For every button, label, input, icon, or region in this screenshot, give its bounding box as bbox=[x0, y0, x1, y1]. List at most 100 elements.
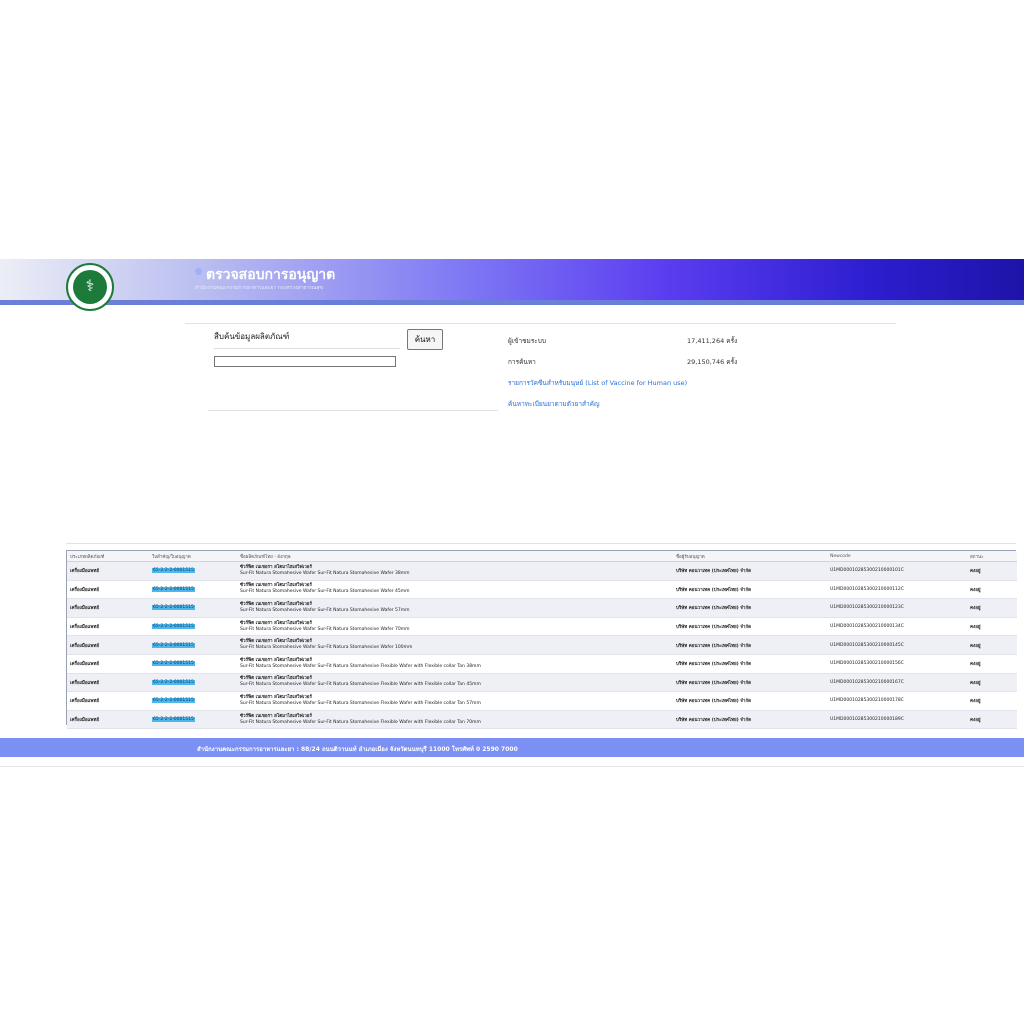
table-row[interactable]: เครื่องมือแพทย์ 65-2-2-2-0001515 ซัวร์ฟิต … bbox=[67, 617, 1017, 637]
type-text: เครื่องมือแพทย์ bbox=[70, 625, 100, 631]
type-text: เครื่องมือแพทย์ bbox=[70, 718, 100, 724]
newcode-text: U1MD00010285300210000112C bbox=[830, 586, 904, 592]
cell-license[interactable]: 65-2-2-2-0001515 bbox=[149, 561, 237, 581]
cell-newcode: U1MD00010285300210000134C bbox=[827, 617, 967, 637]
col-header-license[interactable]: ใบสำคัญ/ใบอนุญาต bbox=[149, 551, 237, 562]
cell-status: คงอยู่ bbox=[967, 617, 1017, 637]
newcode-text: U1MD00010285300210000123C bbox=[830, 605, 904, 611]
license-link[interactable]: 65-2-2-2-0001515 bbox=[152, 642, 195, 648]
license-link[interactable]: 65-2-2-2-0001515 bbox=[152, 661, 195, 667]
cell-status: คงอยู่ bbox=[967, 710, 1017, 730]
cell-newcode: U1MD00010285300210000156C bbox=[827, 654, 967, 674]
title-bullet-icon bbox=[195, 268, 202, 275]
table-row[interactable]: เครื่องมือแพทย์ 65-2-2-2-0001515 ซัวร์ฟิต … bbox=[67, 654, 1017, 674]
table-row[interactable]: เครื่องมือแพทย์ 65-2-2-2-0001515 ซัวร์ฟิต … bbox=[67, 580, 1017, 600]
cell-status: คงอยู่ bbox=[967, 673, 1017, 693]
product-name-en: Sur-Fit Natura Stomahesive Wafer Sur-Fit… bbox=[240, 663, 481, 669]
cell-status: คงอยู่ bbox=[967, 691, 1017, 711]
newcode-text: U1MD00010285300210000156C bbox=[830, 661, 904, 667]
search-button[interactable]: ค้นหา bbox=[407, 329, 443, 350]
status-text: คงอยู่ bbox=[970, 699, 981, 705]
cell-name: ซัวร์ฟิต เนเชอรา สโตมาไฮเสวิฟเวอร์ Sur-Fi… bbox=[237, 635, 673, 655]
status-text: คงอยู่ bbox=[970, 587, 981, 593]
cell-holder: บริษัท คอนวาเทค (ประเทศไทย) จำกัด bbox=[673, 691, 827, 711]
license-link[interactable]: 65-2-2-2-0001515 bbox=[152, 586, 195, 592]
product-name-en: Sur-Fit Natura Stomahesive Wafer Sur-Fit… bbox=[240, 589, 410, 595]
license-link[interactable]: 65-2-2-2-0001515 bbox=[152, 717, 195, 723]
cell-name: ซัวร์ฟิต เนเชอรา สโตมาไฮเสวิฟเวอร์ Sur-Fi… bbox=[237, 691, 673, 711]
col-header-name[interactable]: ชื่อผลิตภัณฑ์ไทย - อังกฤษ bbox=[237, 551, 673, 562]
col-header-newcode[interactable]: Newcode bbox=[827, 551, 967, 562]
type-text: เครื่องมือแพทย์ bbox=[70, 662, 100, 668]
cell-holder: บริษัท คอนวาเทค (ประเทศไทย) จำกัด bbox=[673, 598, 827, 618]
holder-text: บริษัท คอนวาเทค (ประเทศไทย) จำกัด bbox=[676, 625, 752, 631]
cell-status: คงอยู่ bbox=[967, 635, 1017, 655]
cell-name: ซัวร์ฟิต เนเชอรา สโตมาไฮเสวิฟเวอร์ Sur-Fi… bbox=[237, 654, 673, 674]
type-text: เครื่องมือแพทย์ bbox=[70, 699, 100, 705]
status-text: คงอยู่ bbox=[970, 662, 981, 668]
license-link[interactable]: 65-2-2-2-0001515 bbox=[152, 568, 195, 574]
table-row[interactable]: เครื่องมือแพทย์ 65-2-2-2-0001515 ซัวร์ฟิต … bbox=[67, 598, 1017, 618]
search-panel-divider bbox=[208, 410, 498, 411]
license-link[interactable]: 65-2-2-2-0001515 bbox=[152, 679, 195, 685]
vaccine-list-link[interactable]: รายการวัคซีนสำหรับมนุษย์ (List of Vaccin… bbox=[508, 378, 687, 388]
cell-license[interactable]: 65-2-2-2-0001515 bbox=[149, 580, 237, 600]
cell-name: ซัวร์ฟิต เนเชอรา สโตมาไฮเสวิฟเวอร์ Sur-Fi… bbox=[237, 673, 673, 693]
product-name-en: Sur-Fit Natura Stomahesive Wafer Sur-Fit… bbox=[240, 645, 413, 651]
cell-license[interactable]: 65-2-2-2-0001515 bbox=[149, 635, 237, 655]
cell-type: เครื่องมือแพทย์ bbox=[67, 654, 149, 674]
cell-type: เครื่องมือแพทย์ bbox=[67, 598, 149, 618]
col-header-type[interactable]: ประเภทผลิตภัณฑ์ bbox=[67, 551, 149, 562]
cell-holder: บริษัท คอนวาเทค (ประเทศไทย) จำกัด bbox=[673, 654, 827, 674]
cell-license[interactable]: 65-2-2-2-0001515 bbox=[149, 654, 237, 674]
status-text: คงอยู่ bbox=[970, 643, 981, 649]
type-text: เครื่องมือแพทย์ bbox=[70, 680, 100, 686]
license-link[interactable]: 65-2-2-2-0001515 bbox=[152, 698, 195, 704]
cell-newcode: U1MD00010285300210000101C bbox=[827, 561, 967, 581]
searches-value: 29,150,746 ครั้ง bbox=[687, 358, 738, 366]
col-header-status[interactable]: สถานะ bbox=[967, 551, 1017, 562]
cell-holder: บริษัท คอนวาเทค (ประเทศไทย) จำกัด bbox=[673, 673, 827, 693]
holder-text: บริษัท คอนวาเทค (ประเทศไทย) จำกัด bbox=[676, 569, 752, 575]
table-row[interactable]: เครื่องมือแพทย์ 65-2-2-2-0001515 ซัวร์ฟิต … bbox=[67, 710, 1017, 730]
table-row[interactable]: เครื่องมือแพทย์ 65-2-2-2-0001515 ซัวร์ฟิต … bbox=[67, 691, 1017, 711]
results-top-divider bbox=[66, 543, 1016, 544]
cell-type: เครื่องมือแพทย์ bbox=[67, 635, 149, 655]
cell-license[interactable]: 65-2-2-2-0001515 bbox=[149, 617, 237, 637]
license-link[interactable]: 65-2-2-2-0001515 bbox=[152, 624, 195, 630]
cell-license[interactable]: 65-2-2-2-0001515 bbox=[149, 598, 237, 618]
table-row[interactable]: เครื่องมือแพทย์ 65-2-2-2-0001515 ซัวร์ฟิต … bbox=[67, 635, 1017, 655]
holder-text: บริษัท คอนวาเทค (ประเทศไทย) จำกัด bbox=[676, 718, 752, 724]
page-subtitle: สำนักงานคณะกรรมการอาหารและยา กระทรวงสาธา… bbox=[195, 285, 323, 291]
product-name-en: Sur-Fit Natura Stomahesive Wafer Sur-Fit… bbox=[240, 570, 410, 576]
table-row[interactable]: เครื่องมือแพทย์ 65-2-2-2-0001515 ซัวร์ฟิต … bbox=[67, 561, 1017, 581]
search-label: สืบค้นข้อมูลผลิตภัณฑ์ bbox=[214, 332, 290, 341]
cell-license[interactable]: 65-2-2-2-0001515 bbox=[149, 710, 237, 730]
searches-label: การค้นหา bbox=[508, 358, 536, 366]
search-label-underline bbox=[214, 348, 400, 349]
col-header-holder[interactable]: ชื่อผู้รับอนุญาต bbox=[673, 551, 827, 562]
type-text: เครื่องมือแพทย์ bbox=[70, 569, 100, 575]
cell-holder: บริษัท คอนวาเทค (ประเทศไทย) จำกัด bbox=[673, 617, 827, 637]
product-name-en: Sur-Fit Natura Stomahesive Wafer Sur-Fit… bbox=[240, 719, 481, 725]
newcode-text: U1MD00010285300210000189C bbox=[830, 717, 904, 723]
registry-search-link[interactable]: ค้นหาทะเบียนยาตามตัวยาสำคัญ bbox=[508, 399, 600, 409]
search-input[interactable] bbox=[214, 356, 396, 367]
cell-license[interactable]: 65-2-2-2-0001515 bbox=[149, 691, 237, 711]
cell-name: ซัวร์ฟิต เนเชอรา สโตมาไฮเสวิฟเวอร์ Sur-Fi… bbox=[237, 580, 673, 600]
page-title: ตรวจสอบการอนุญาต bbox=[206, 267, 336, 283]
cell-license[interactable]: 65-2-2-2-0001515 bbox=[149, 673, 237, 693]
newcode-text: U1MD00010285300210000178C bbox=[830, 698, 904, 704]
ministry-seal-icon[interactable]: ⚕ bbox=[66, 263, 114, 311]
product-name-en: Sur-Fit Natura Stomahesive Wafer Sur-Fit… bbox=[240, 682, 481, 688]
results-table: ประเภทผลิตภัณฑ์ ใบสำคัญ/ใบอนุญาต ชื่อผลิ… bbox=[66, 550, 1017, 730]
holder-text: บริษัท คอนวาเทค (ประเทศไทย) จำกัด bbox=[676, 606, 752, 612]
cell-holder: บริษัท คอนวาเทค (ประเทศไทย) จำกัด bbox=[673, 580, 827, 600]
cell-status: คงอยู่ bbox=[967, 561, 1017, 581]
status-text: คงอยู่ bbox=[970, 569, 981, 575]
table-row[interactable]: เครื่องมือแพทย์ 65-2-2-2-0001515 ซัวร์ฟิต … bbox=[67, 673, 1017, 693]
holder-text: บริษัท คอนวาเทค (ประเทศไทย) จำกัด bbox=[676, 662, 752, 668]
newcode-text: U1MD00010285300210000134C bbox=[830, 624, 904, 630]
license-link[interactable]: 65-2-2-2-0001515 bbox=[152, 605, 195, 611]
holder-text: บริษัท คอนวาเทค (ประเทศไทย) จำกัด bbox=[676, 699, 752, 705]
